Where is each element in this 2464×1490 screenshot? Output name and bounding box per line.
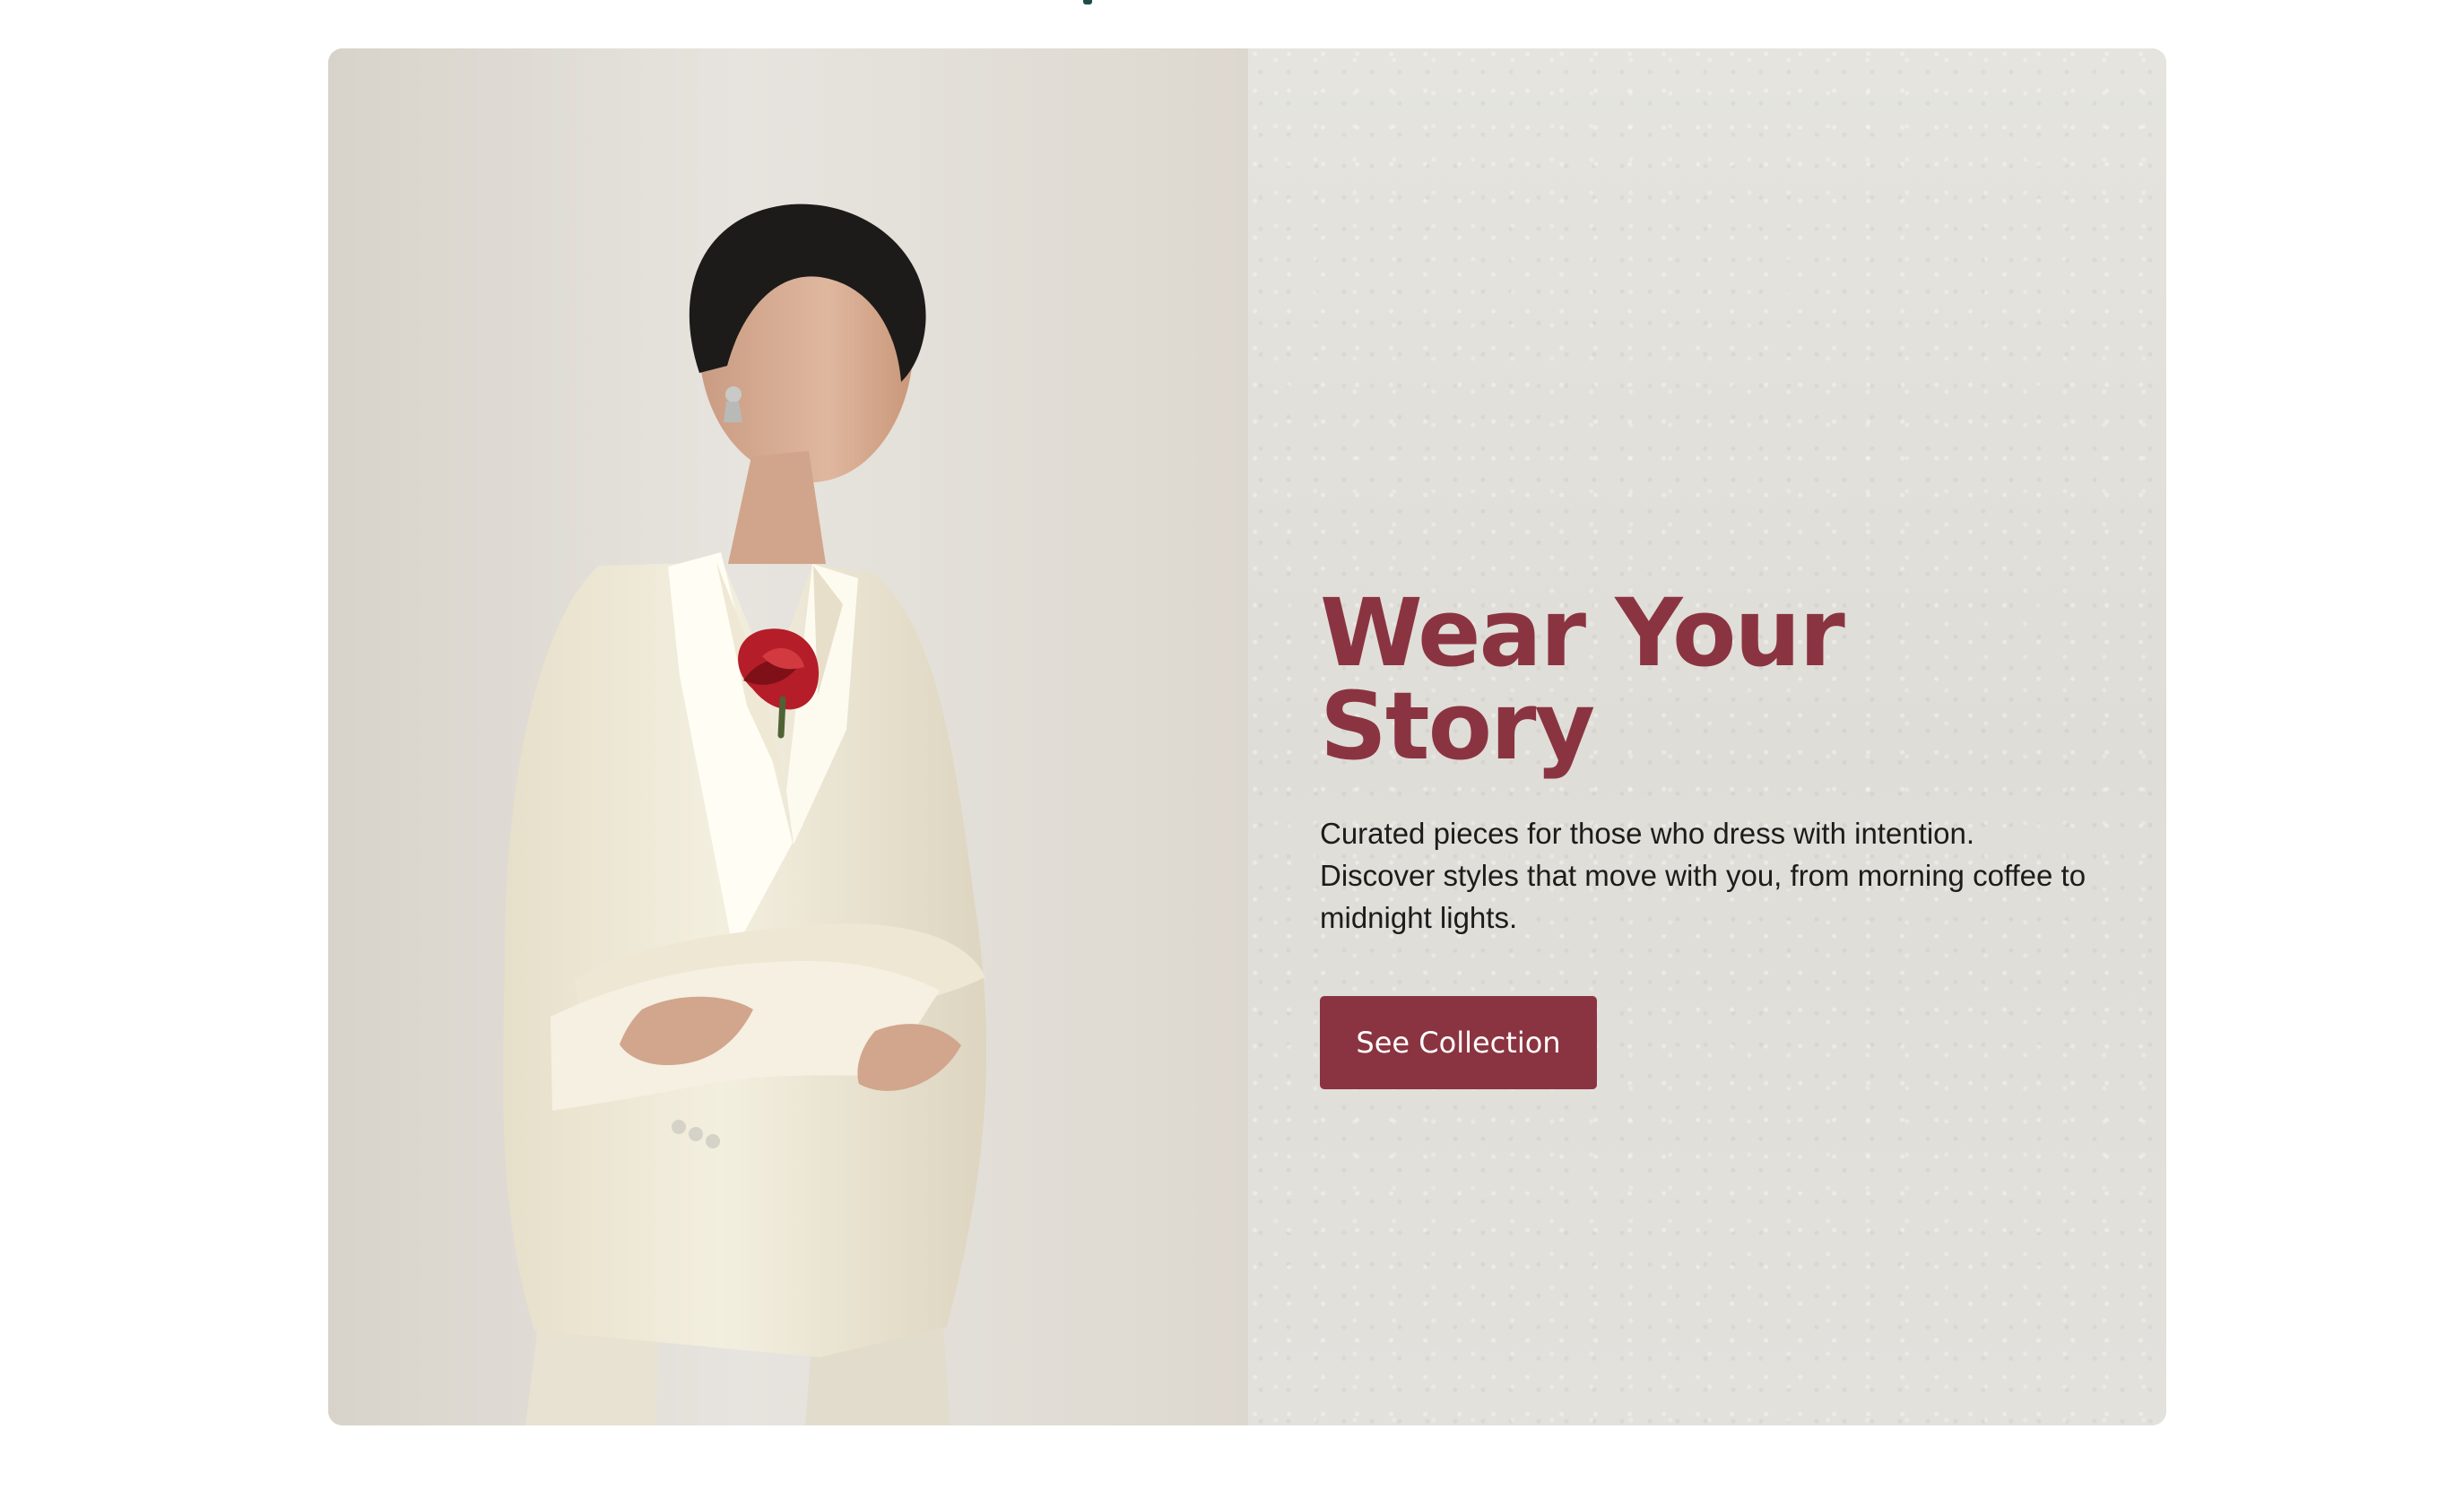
hero-description: Curated pieces for those who dress with … [1320,817,2087,934]
hero-card: Wear Your Story Curated pieces for those… [328,48,2166,1425]
hero-text-panel: Wear Your Story Curated pieces for those… [1248,48,2166,1425]
fashion-image [328,48,1248,1425]
top-divider-mark [1083,0,1092,4]
hero-content: Wear Your Story Curated pieces for those… [1320,586,2127,1089]
landing-page: Wear Your Story Curated pieces for those… [0,0,2464,1490]
hero-title: Wear Your Story [1320,578,1845,781]
see-collection-button[interactable]: See Collection [1320,996,1597,1089]
